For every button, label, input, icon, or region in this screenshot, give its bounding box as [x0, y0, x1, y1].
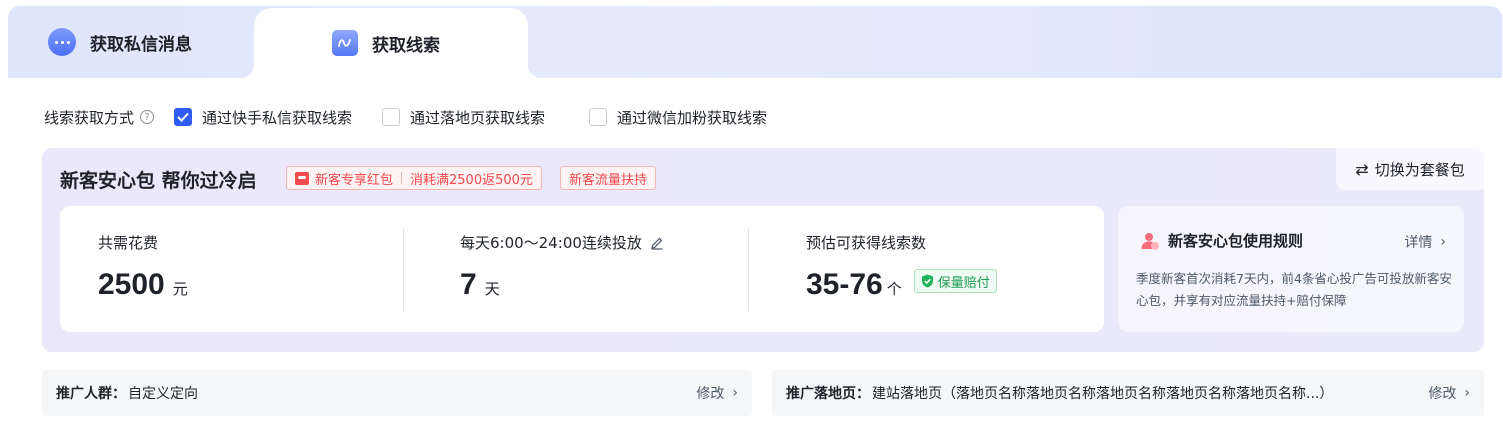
- modify-label: 修改: [1428, 386, 1457, 402]
- rules-description: 季度新客首次消耗7天内，前4条省心投广告可投放新客安心包，并享有对应流量扶持+赔…: [1136, 271, 1452, 308]
- tab-bar: 获取私信消息 获取线索: [8, 6, 1502, 78]
- tab-private-message[interactable]: 获取私信消息: [48, 6, 192, 78]
- option-wechat[interactable]: 通过微信加粉获取线索: [589, 107, 767, 128]
- stat-unit: 元: [172, 280, 188, 298]
- checkbox-icon[interactable]: [589, 108, 608, 126]
- tag-divider: [401, 172, 403, 184]
- edit-icon[interactable]: [650, 236, 664, 250]
- lead-method-row: 线索获取方式 ? 通过快手私信获取线索 通过落地页获取线索 通过微信加粉获取线索: [44, 106, 767, 128]
- divider: [748, 228, 749, 310]
- stat-value: 35-76 个 保量赔付: [806, 268, 997, 302]
- landing-page-row: 推广落地页： 建站落地页（落地页名称落地页名称落地页名称落地页名称落地页名称..…: [772, 370, 1484, 416]
- detail-label: 详情: [1404, 235, 1433, 251]
- traffic-support-tag: 新客流量扶持: [560, 166, 657, 190]
- tag-text: 消耗满2500返500元: [410, 172, 533, 188]
- lead-config-panel: 获取私信消息 获取线索 线索获取方式 ? 通过快手私信获取线索 通过落地页获取线…: [8, 6, 1502, 423]
- help-icon[interactable]: ?: [140, 110, 155, 124]
- tab-label: 获取线索: [372, 35, 440, 56]
- targeting-label: 推广人群：: [56, 386, 126, 402]
- new-customer-package-card: 新客安心包 帮你过冷启 新客专享红包 消耗满2500返500元 新客流量扶持 ⇄…: [42, 148, 1484, 352]
- divider: [403, 228, 404, 310]
- stat-label: 共需花费: [98, 234, 159, 252]
- option-label: 通过微信加粉获取线索: [617, 108, 768, 127]
- stat-unit: 个: [886, 280, 902, 298]
- stat-label-row: 每天6:00～24:00连续投放: [460, 232, 664, 253]
- chevron-right-icon: ›: [1440, 234, 1446, 250]
- modify-targeting-button[interactable]: 修改 ›: [696, 383, 738, 403]
- targeting-value: 自定义定向: [128, 386, 198, 402]
- package-title: 新客安心包 帮你过冷启: [60, 170, 257, 192]
- package-rules-card: 新客安心包使用规则 详情 › 季度新客首次消耗7天内，前4条省心投广告可投放新客…: [1118, 206, 1464, 332]
- rules-detail-link[interactable]: 详情 ›: [1404, 232, 1446, 252]
- red-packet-tag: 新客专享红包 消耗满2500返500元: [286, 166, 542, 190]
- modify-label: 修改: [696, 386, 725, 402]
- stat-label: 每天6:00～24:00连续投放: [460, 234, 642, 252]
- option-label: 通过落地页获取线索: [410, 108, 546, 127]
- checkbox-icon[interactable]: [382, 108, 401, 126]
- rules-title: 新客安心包使用规则: [1168, 232, 1304, 250]
- swap-icon: ⇄: [1355, 159, 1369, 179]
- package-stats: 共需花费 2500 元 每天6:00～24:00连续投放 7 天 预估可获得线索…: [60, 206, 1104, 332]
- user-icon: [1141, 232, 1159, 250]
- landing-value: 建站落地页（落地页名称落地页名称落地页名称落地页名称落地页名称...）: [872, 386, 1334, 402]
- switch-to-bundle-button[interactable]: ⇄ 切换为套餐包: [1336, 148, 1484, 190]
- targeting-row: 推广人群： 自定义定向 修改 ›: [42, 370, 752, 416]
- tag-text: 新客流量扶持: [569, 172, 648, 188]
- rules-title-row: 新客安心包使用规则: [1140, 230, 1303, 251]
- badge-text: 保量赔付: [937, 275, 990, 291]
- switch-label: 切换为套餐包: [1374, 160, 1465, 179]
- chat-bubble-icon: [48, 28, 76, 56]
- tab-label: 获取私信消息: [90, 34, 192, 55]
- lead-method-label: 线索获取方式: [44, 108, 135, 127]
- checkbox-checked-icon[interactable]: [174, 108, 193, 126]
- shield-check-icon: [921, 274, 933, 288]
- tag-text: 新客专享红包: [315, 172, 394, 188]
- stat-number: 35-76: [806, 268, 883, 301]
- option-landing-page[interactable]: 通过落地页获取线索: [382, 107, 545, 128]
- modify-landing-button[interactable]: 修改 ›: [1428, 383, 1470, 403]
- option-kuaishou-message[interactable]: 通过快手私信获取线索: [174, 107, 352, 128]
- stat-number: 2500: [98, 268, 165, 301]
- landing-label: 推广落地页：: [786, 386, 870, 402]
- stat-number: 7: [460, 268, 477, 301]
- chevron-right-icon: ›: [732, 385, 738, 401]
- option-label: 通过快手私信获取线索: [202, 108, 353, 127]
- stat-value: 7 天: [460, 268, 500, 302]
- stat-label: 预估可获得线索数: [806, 234, 927, 252]
- lead-icon: [332, 30, 358, 56]
- red-packet-icon: [295, 171, 309, 185]
- guarantee-badge: 保量赔付: [913, 269, 997, 293]
- chevron-right-icon: ›: [1464, 385, 1470, 401]
- stat-value: 2500 元: [98, 268, 188, 302]
- tab-leads[interactable]: 获取线索: [240, 8, 542, 78]
- stat-unit: 天: [484, 280, 500, 298]
